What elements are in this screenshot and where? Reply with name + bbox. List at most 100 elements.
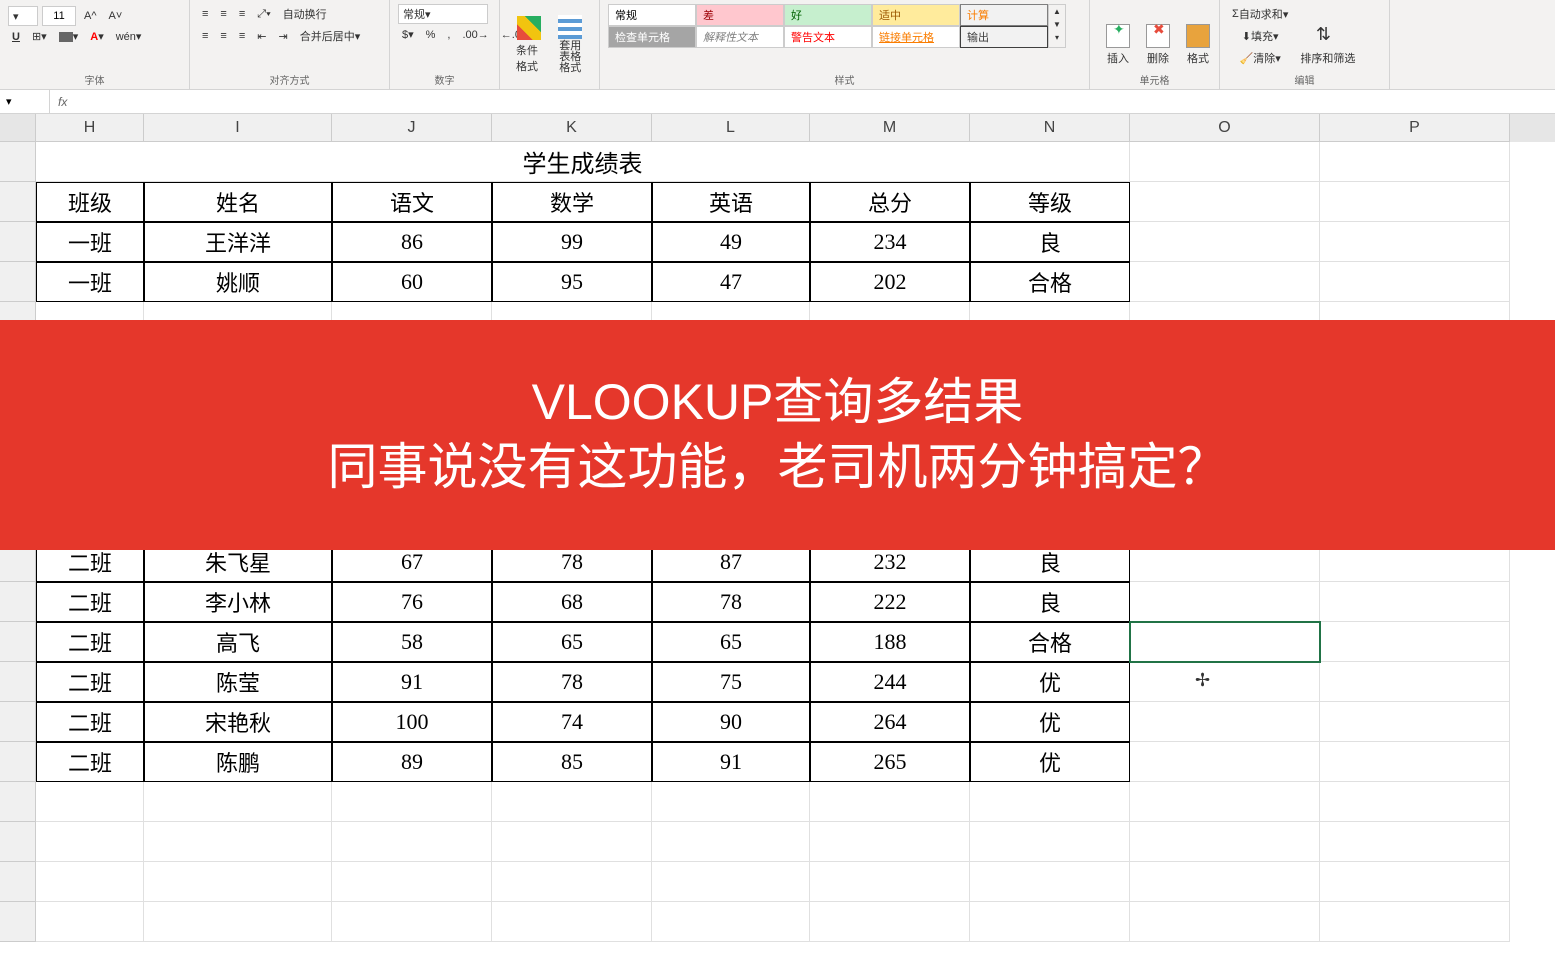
format-button[interactable]: 格式 — [1178, 4, 1218, 85]
cell[interactable] — [1320, 142, 1510, 182]
cell[interactable] — [1130, 862, 1320, 902]
cell[interactable]: 良 — [970, 222, 1130, 262]
cell[interactable] — [36, 822, 144, 862]
row-header[interactable] — [0, 262, 36, 302]
cell[interactable]: 二班 — [36, 622, 144, 662]
cell[interactable] — [970, 862, 1130, 902]
cell[interactable] — [332, 862, 492, 902]
cell[interactable]: 一班 — [36, 262, 144, 302]
cell[interactable] — [1320, 262, 1510, 302]
row-header[interactable] — [0, 782, 36, 822]
cell[interactable] — [1320, 622, 1510, 662]
col-header-N[interactable]: N — [970, 114, 1130, 142]
cell[interactable]: 47 — [652, 262, 810, 302]
wrap-text-button[interactable]: 自动换行 — [279, 4, 331, 24]
title-cell[interactable]: 学生成绩表 — [36, 142, 1130, 182]
cell[interactable] — [144, 822, 332, 862]
cell[interactable] — [144, 902, 332, 942]
font-dropdown[interactable]: ▾ — [8, 6, 38, 26]
cell[interactable] — [970, 782, 1130, 822]
comma-button[interactable]: , — [443, 27, 454, 43]
cell[interactable] — [144, 862, 332, 902]
cell[interactable]: 91 — [332, 662, 492, 702]
cell[interactable]: 188 — [810, 622, 970, 662]
increase-font-button[interactable]: A^ — [80, 8, 101, 24]
indent-right-button[interactable]: ⇥ — [274, 28, 291, 45]
insert-button[interactable]: ✦ 插入 — [1098, 4, 1138, 85]
cell[interactable]: 班级 — [36, 182, 144, 222]
cell[interactable] — [1130, 142, 1320, 182]
cell[interactable] — [1130, 622, 1320, 662]
conditional-format-button[interactable]: 条件格式 — [508, 4, 550, 85]
cell[interactable]: 202 — [810, 262, 970, 302]
fill-color-button[interactable]: ▾ — [55, 28, 83, 45]
orientation-button[interactable]: ⤢▾ — [253, 6, 274, 23]
cell[interactable]: 244 — [810, 662, 970, 702]
cell[interactable]: 78 — [652, 582, 810, 622]
percent-button[interactable]: % — [422, 27, 440, 43]
style-good[interactable]: 好 — [784, 4, 872, 26]
cell[interactable]: 陈莹 — [144, 662, 332, 702]
cell[interactable] — [1320, 582, 1510, 622]
style-neutral[interactable]: 适中 — [872, 4, 960, 26]
cell[interactable] — [492, 822, 652, 862]
increase-decimal-button[interactable]: .00→ — [458, 27, 492, 43]
underline-button[interactable]: U — [8, 29, 24, 45]
cell[interactable] — [332, 782, 492, 822]
cell[interactable]: 95 — [492, 262, 652, 302]
row-header[interactable] — [0, 662, 36, 702]
cell[interactable] — [1130, 262, 1320, 302]
style-normal[interactable]: 常规 — [608, 4, 696, 26]
font-color-button[interactable]: A▾ — [86, 28, 107, 45]
cell[interactable] — [332, 822, 492, 862]
col-header-I[interactable]: I — [144, 114, 332, 142]
clear-button[interactable]: 🧹 清除 ▾ — [1228, 48, 1292, 68]
cell[interactable] — [1320, 862, 1510, 902]
row-header[interactable] — [0, 622, 36, 662]
cell[interactable]: 良 — [970, 582, 1130, 622]
cell[interactable]: 91 — [652, 742, 810, 782]
cell[interactable] — [1320, 702, 1510, 742]
cell[interactable]: 合格 — [970, 622, 1130, 662]
cell[interactable]: 49 — [652, 222, 810, 262]
cell[interactable] — [1130, 582, 1320, 622]
cell[interactable] — [36, 782, 144, 822]
decrease-font-button[interactable]: A˅ — [105, 8, 127, 24]
cell[interactable] — [810, 862, 970, 902]
col-header-K[interactable]: K — [492, 114, 652, 142]
fx-icon[interactable]: fx — [50, 95, 75, 109]
cell[interactable]: 语文 — [332, 182, 492, 222]
row-header[interactable] — [0, 822, 36, 862]
cell[interactable] — [36, 862, 144, 902]
cell[interactable] — [1130, 702, 1320, 742]
cell[interactable] — [970, 902, 1130, 942]
cell[interactable]: 姓名 — [144, 182, 332, 222]
col-header-L[interactable]: L — [652, 114, 810, 142]
cell[interactable]: 234 — [810, 222, 970, 262]
cell[interactable]: 99 — [492, 222, 652, 262]
cell[interactable] — [1320, 662, 1510, 702]
cell[interactable]: 英语 — [652, 182, 810, 222]
cell[interactable] — [1130, 822, 1320, 862]
cell[interactable] — [1320, 182, 1510, 222]
align-middle-button[interactable]: ≡ — [216, 6, 230, 22]
align-top-button[interactable]: ≡ — [198, 6, 212, 22]
style-warning[interactable]: 警告文本 — [784, 26, 872, 48]
row-header[interactable] — [0, 742, 36, 782]
cell[interactable]: 90 — [652, 702, 810, 742]
style-explanatory[interactable]: 解释性文本 — [696, 26, 784, 48]
cell[interactable]: 78 — [492, 662, 652, 702]
cell[interactable] — [810, 902, 970, 942]
cell[interactable]: 陈鹏 — [144, 742, 332, 782]
style-bad[interactable]: 差 — [696, 4, 784, 26]
style-calculation[interactable]: 计算 — [960, 4, 1048, 26]
row-header[interactable] — [0, 142, 36, 182]
col-header-O[interactable]: O — [1130, 114, 1320, 142]
cell[interactable] — [1320, 782, 1510, 822]
cell[interactable]: 二班 — [36, 702, 144, 742]
cell[interactable] — [652, 862, 810, 902]
name-box[interactable]: ▾ — [0, 90, 50, 113]
cell[interactable]: 等级 — [970, 182, 1130, 222]
cell[interactable]: 姚顺 — [144, 262, 332, 302]
cell[interactable] — [144, 782, 332, 822]
